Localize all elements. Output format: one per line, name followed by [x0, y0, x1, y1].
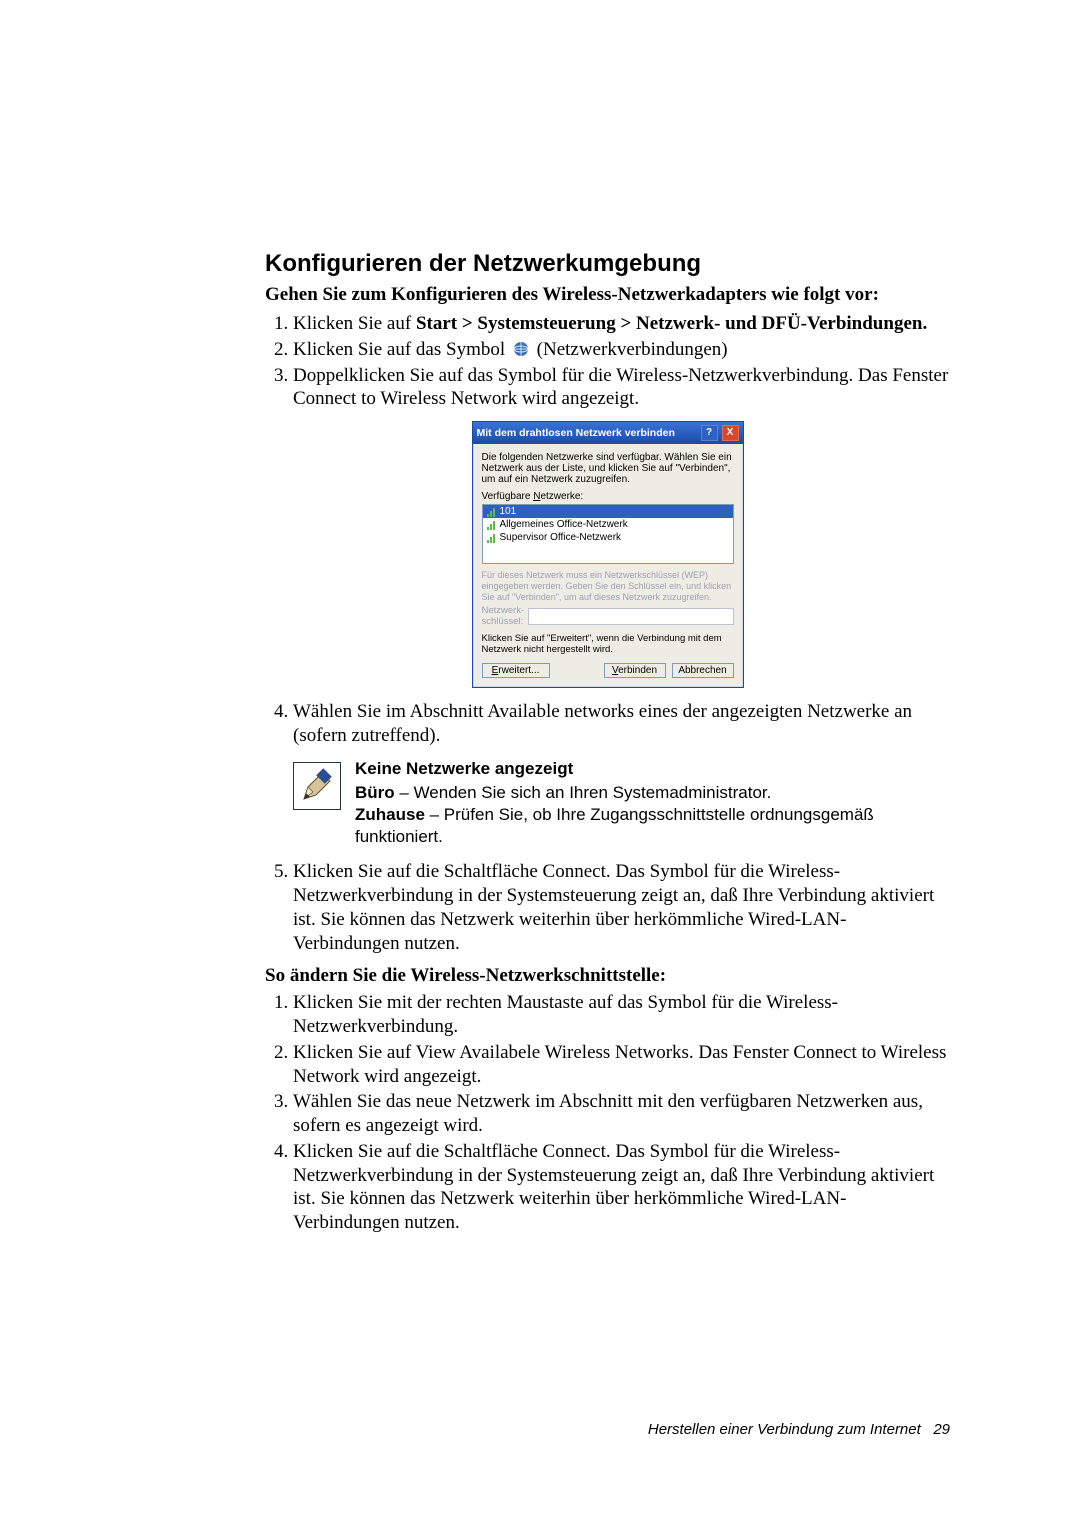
- network-item[interactable]: Allgemeines Office-Netzwerk: [483, 518, 733, 531]
- step-a4: Wählen Sie im Abschnitt Available networ…: [293, 700, 950, 748]
- dialog-title-text: Mit dem drahtlosen Netzwerk verbinden: [477, 427, 675, 439]
- note-line1-rest: – Wenden Sie sich an Ihren Systemadminis…: [395, 783, 772, 802]
- available-networks-label: Verfügbare Netzwerke:: [482, 491, 734, 502]
- section-title: Konfigurieren der Netzwerkumgebung: [265, 250, 950, 278]
- network-item-3-label: Supervisor Office-Netzwerk: [500, 532, 622, 543]
- connect-button[interactable]: Verbinden: [604, 663, 666, 678]
- network-list[interactable]: 101 Allgemeines Office-Netzwerk Supervis…: [482, 504, 734, 564]
- network-key-label: Netzwerk-schlüssel:: [482, 605, 522, 627]
- footer-text: Herstellen einer Verbindung zum Internet: [648, 1421, 921, 1438]
- step-a2-post: (Netzwerkverbindungen): [537, 339, 728, 360]
- label-pre: Verfügbare: [482, 491, 534, 502]
- network-item-1-label: 101: [500, 506, 517, 517]
- btn-conn-rest: erbinden: [618, 665, 657, 676]
- steps-list-a: Klicken Sie auf Start > Systemsteuerung …: [265, 312, 950, 411]
- step-b2: Klicken Sie auf View Availabele Wireless…: [293, 1041, 950, 1089]
- subhead-change-interface: So ändern Sie die Wireless-Netzwerkschni…: [265, 965, 950, 987]
- dialog-help-button[interactable]: ?: [701, 425, 718, 441]
- network-key-input[interactable]: [528, 608, 734, 625]
- steps-list-b: Klicken Sie mit der rechten Maustaste au…: [265, 991, 950, 1235]
- step-a3: Doppelklicken Sie auf das Symbol für die…: [293, 364, 950, 412]
- note-line-home: Zuhause – Prüfen Sie, ob Ihre Zugangssch…: [355, 804, 950, 848]
- footer-page-number: 29: [933, 1421, 950, 1438]
- page-footer: Herstellen einer Verbindung zum Internet…: [648, 1421, 950, 1438]
- signal-icon: [486, 520, 496, 530]
- step-a5: Klicken Sie auf die Schaltfläche Connect…: [293, 860, 950, 955]
- signal-icon: [486, 533, 496, 543]
- intro-bold: Gehen Sie zum Konfigurieren des Wireless…: [265, 284, 950, 306]
- steps-list-a-cont: Wählen Sie im Abschnitt Available networ…: [265, 700, 950, 748]
- step-a1-pre: Klicken Sie auf: [293, 313, 416, 334]
- dialog-advanced-hint: Klicken Sie auf "Erweitert", wenn die Ve…: [482, 633, 734, 655]
- step-a2-pre: Klicken Sie auf das Symbol: [293, 339, 510, 360]
- label-post: etzwerke:: [540, 491, 583, 502]
- step-b1: Klicken Sie mit der rechten Maustaste au…: [293, 991, 950, 1039]
- steps-list-a-cont2: Klicken Sie auf die Schaltfläche Connect…: [265, 860, 950, 955]
- step-b4: Klicken Sie auf die Schaltfläche Connect…: [293, 1140, 950, 1235]
- step-a2: Klicken Sie auf das Symbol (Netzwerkverb…: [293, 338, 950, 362]
- dialog-intro-text: Die folgenden Netzwerke sind verfügbar. …: [482, 452, 734, 485]
- network-connections-icon: [510, 339, 537, 360]
- network-item-selected[interactable]: 101: [483, 505, 733, 518]
- wireless-connect-dialog: Mit dem drahtlosen Netzwerk verbinden ? …: [472, 421, 744, 688]
- wep-hint-text: Für dieses Netzwerk muss ein Netzwerksch…: [482, 570, 734, 602]
- network-item[interactable]: Supervisor Office-Netzwerk: [483, 531, 733, 544]
- note-title: Keine Netzwerke angezeigt: [355, 758, 950, 780]
- dialog-titlebar: Mit dem drahtlosen Netzwerk verbinden ? …: [473, 422, 743, 444]
- note-no-networks: Keine Netzwerke angezeigt Büro – Wenden …: [293, 758, 950, 848]
- network-item-2-label: Allgemeines Office-Netzwerk: [500, 519, 628, 530]
- note-line1-bold: Büro: [355, 783, 395, 802]
- advanced-button[interactable]: Erweitert...: [482, 663, 550, 678]
- step-b3: Wählen Sie das neue Netzwerk im Abschnit…: [293, 1090, 950, 1138]
- pencil-icon: [293, 762, 341, 810]
- signal-icon: [486, 507, 496, 517]
- note-line-office: Büro – Wenden Sie sich an Ihren Systemad…: [355, 782, 950, 804]
- note-line2-bold: Zuhause: [355, 805, 425, 824]
- step-a1-bold: Start > Systemsteuerung > Netzwerk- und …: [416, 313, 927, 334]
- cancel-button[interactable]: Abbrechen: [672, 663, 734, 678]
- btn-adv-rest: rweitert...: [498, 665, 539, 676]
- note-line2-rest: – Prüfen Sie, ob Ihre Zugangsschnittstel…: [355, 805, 874, 846]
- dialog-close-button[interactable]: X: [722, 425, 739, 441]
- step-a1: Klicken Sie auf Start > Systemsteuerung …: [293, 312, 950, 336]
